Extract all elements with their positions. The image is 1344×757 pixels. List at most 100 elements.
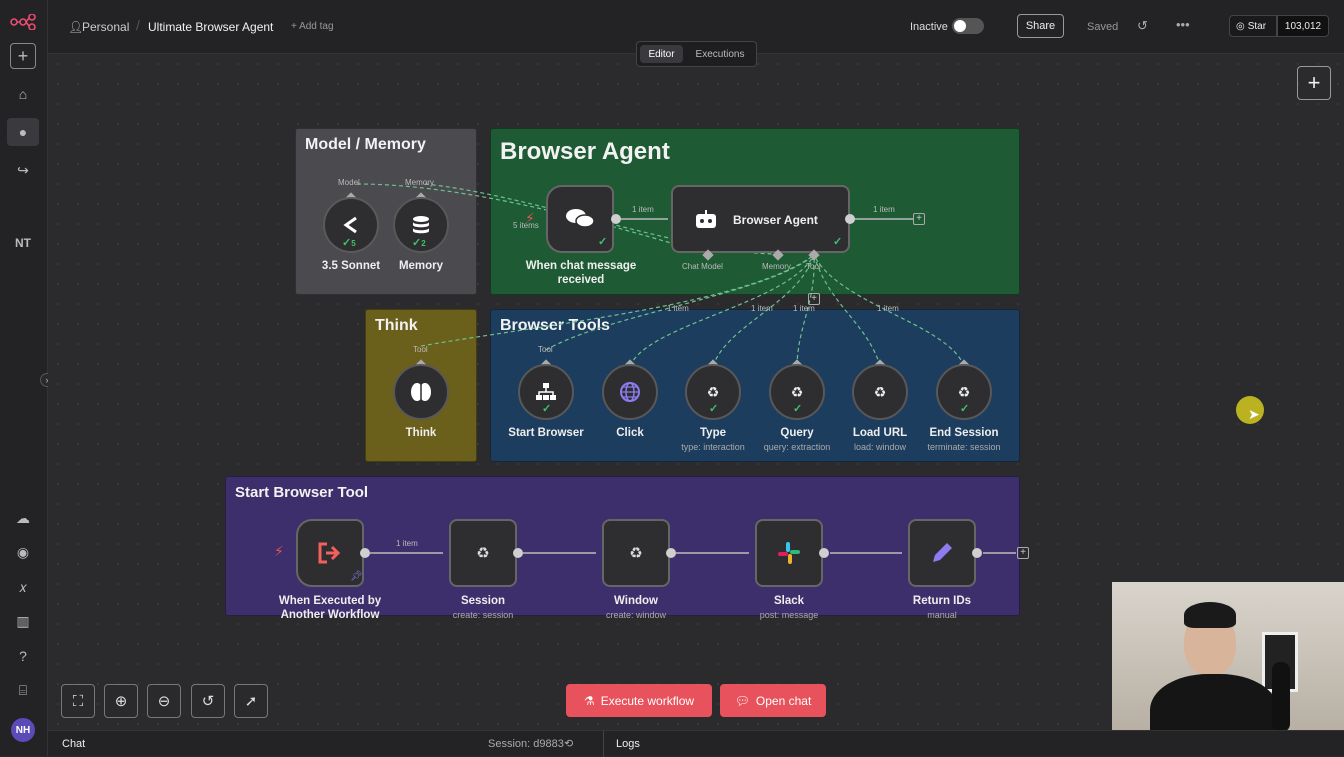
insights-icon[interactable]: ▥ xyxy=(7,607,39,635)
node-think[interactable] xyxy=(393,364,449,420)
mouse-cursor-icon: ➤ xyxy=(1248,406,1260,422)
items-count-label: 5 items xyxy=(513,221,539,230)
success-check-icon: ✓ xyxy=(709,403,719,415)
bottom-panel: Chat Session: d9883 ⟲ Logs xyxy=(48,730,1344,757)
anthropic-icon xyxy=(343,216,357,234)
open-chat-label: Open chat xyxy=(755,693,812,708)
robot-icon xyxy=(693,209,719,236)
output-port[interactable] xyxy=(611,214,621,224)
workflow-name[interactable]: Ultimate Browser Agent xyxy=(148,20,273,34)
zoom-in-button[interactable]: ⊕ xyxy=(104,684,138,718)
node-label: Return IDs xyxy=(912,595,972,607)
github-star-button[interactable]: ◎ Star xyxy=(1229,15,1277,37)
edge-item-label: 1 item xyxy=(873,205,895,214)
n8n-logo-icon[interactable] xyxy=(7,8,39,36)
create-plus-icon[interactable]: + xyxy=(10,43,36,69)
node-label: Type xyxy=(700,427,726,439)
fit-view-button[interactable]: ⛶ xyxy=(61,684,95,718)
tidy-up-button[interactable]: ➚ xyxy=(234,684,268,718)
add-next-node-icon[interactable]: + xyxy=(913,213,925,225)
success-check-icon: ✓ xyxy=(960,403,970,415)
home-icon[interactable]: ⌂ xyxy=(7,80,39,108)
workflow-canvas[interactable]: Editor Executions + Model / Memory Brows… xyxy=(48,41,1344,730)
add-tag-link[interactable]: + Add tag xyxy=(291,21,334,32)
undo-icon: ↺ xyxy=(201,693,215,710)
active-toggle[interactable] xyxy=(952,18,984,34)
project-breadcrumb[interactable]: Personal xyxy=(82,20,129,34)
gift-icon[interactable]: ⌸ xyxy=(7,676,39,704)
output-port[interactable] xyxy=(360,548,370,558)
success-check-icon: ✓ xyxy=(542,403,552,415)
sitemap-icon xyxy=(536,383,556,400)
success-check-icon: ✓ xyxy=(598,236,608,248)
node-subtitle: post: message xyxy=(759,610,819,620)
output-port[interactable] xyxy=(666,548,676,558)
node-session[interactable]: ♻︎ xyxy=(449,519,517,587)
browserbase-icon: ♻︎ xyxy=(706,383,720,400)
node-label: Click xyxy=(616,427,644,439)
run-count: 5 xyxy=(351,239,356,248)
node-label: Start Browser xyxy=(508,427,584,439)
node-label: Think xyxy=(405,427,437,439)
share-arrow-icon[interactable]: ↪ xyxy=(7,156,39,184)
success-check-icon: ✓ xyxy=(793,403,803,415)
output-port[interactable] xyxy=(513,548,523,558)
fullscreen-icon: ⛶ xyxy=(72,692,84,710)
help-icon[interactable]: ? xyxy=(7,642,39,670)
personal-icon[interactable]: ● xyxy=(7,118,39,146)
node-click[interactable] xyxy=(602,364,658,420)
more-options-icon[interactable]: ••• xyxy=(1176,17,1190,32)
success-check-icon: ✓ xyxy=(833,236,843,248)
templates-icon[interactable]: ◉ xyxy=(7,538,39,566)
pin-icon: 📌︎ xyxy=(350,571,363,582)
edge-item-label: 1 item xyxy=(396,539,418,548)
project-initials[interactable]: NT xyxy=(7,229,39,257)
port-label: Memory xyxy=(405,178,434,187)
node-execute-trigger[interactable]: 📌︎ xyxy=(296,519,364,587)
port-label: Tool xyxy=(806,262,821,271)
share-button[interactable]: Share xyxy=(1017,14,1064,38)
browserbase-icon: ♻︎ xyxy=(957,383,971,400)
output-port[interactable] xyxy=(819,548,829,558)
variables-icon[interactable]: 𝑥 xyxy=(7,573,39,601)
brain-icon xyxy=(411,383,431,401)
run-count: 2 xyxy=(421,239,426,248)
zoom-out-button[interactable]: ⊖ xyxy=(147,684,181,718)
node-label: Query xyxy=(780,427,814,439)
star-count[interactable]: 103,012 xyxy=(1277,15,1329,37)
slack-icon xyxy=(778,542,800,564)
microphone xyxy=(1272,662,1290,730)
browserbase-icon: ♻︎ xyxy=(476,545,490,562)
chat-panel-tab[interactable]: Chat xyxy=(62,738,85,750)
history-icon[interactable]: ↺ xyxy=(1137,18,1148,34)
reset-zoom-button[interactable]: ↺ xyxy=(191,684,225,718)
output-port[interactable] xyxy=(972,548,982,558)
node-label: When Executed by Another Workflow xyxy=(278,595,382,621)
cloud-icon[interactable]: ☁ xyxy=(7,504,39,532)
node-slack[interactable] xyxy=(755,519,823,587)
output-port[interactable] xyxy=(845,214,855,224)
browserbase-icon: ♻︎ xyxy=(629,545,643,562)
copy-session-icon[interactable]: ⟲ xyxy=(564,737,573,750)
port-label: Tool xyxy=(413,345,428,354)
node-return-ids[interactable] xyxy=(908,519,976,587)
webcam-overlay xyxy=(1112,582,1344,730)
node-window[interactable]: ♻︎ xyxy=(602,519,670,587)
flask-icon: ⚗︎ xyxy=(583,693,595,708)
user-avatar[interactable]: NH xyxy=(11,718,35,742)
node-load-url[interactable]: ♻︎ xyxy=(852,364,908,420)
port-label: Memory xyxy=(762,262,791,271)
add-next-node-icon[interactable]: + xyxy=(1017,547,1029,559)
node-browser-agent[interactable]: Browser Agent ✓ xyxy=(671,185,850,253)
port-label: Chat Model xyxy=(682,262,723,271)
port-label: Model xyxy=(338,178,360,187)
session-id: Session: d9883 xyxy=(488,738,564,750)
node-label: Browser Agent xyxy=(733,213,818,227)
logs-panel-tab[interactable]: Logs xyxy=(616,738,640,750)
open-chat-button[interactable]: 💬︎ Open chat xyxy=(720,684,826,717)
edge-item-label: 1 item xyxy=(632,205,654,214)
success-check-icon: ✓2 xyxy=(412,237,426,249)
node-chat-trigger[interactable]: ✓ xyxy=(546,185,614,253)
person-icon: 👤︎ xyxy=(68,20,84,34)
execute-workflow-button[interactable]: ⚗︎ Execute workflow xyxy=(566,684,712,717)
